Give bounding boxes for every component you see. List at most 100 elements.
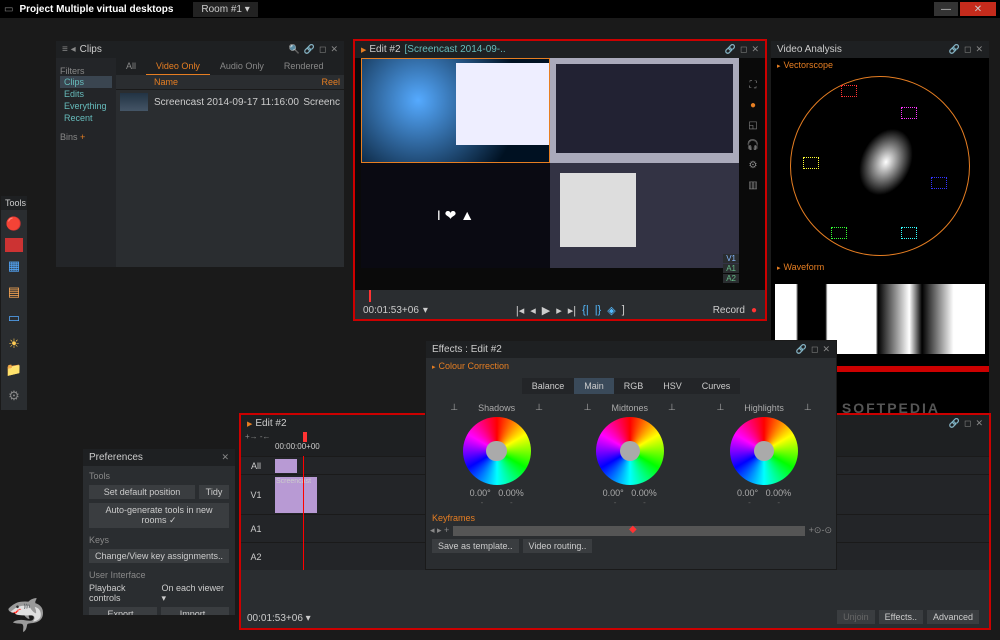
- reset-icon[interactable]: ⊥: [668, 402, 676, 413]
- gear-tool-icon[interactable]: ⚙: [2, 384, 26, 408]
- tab-balance[interactable]: Balance: [522, 378, 575, 394]
- link-icon[interactable]: 🔗: [796, 344, 807, 355]
- track-v1[interactable]: V1: [723, 254, 739, 263]
- tab-rgb[interactable]: RGB: [614, 378, 654, 394]
- app-menu-icon[interactable]: ▭: [4, 4, 13, 15]
- expand-icon[interactable]: ⛶: [745, 78, 761, 92]
- advanced-button[interactable]: Advanced: [927, 610, 979, 624]
- record-icon[interactable]: ●: [751, 305, 757, 316]
- col-reel[interactable]: Reel: [321, 77, 340, 87]
- minimize-button[interactable]: —: [934, 2, 958, 16]
- close-icon[interactable]: ✕: [822, 344, 830, 355]
- headphones-icon[interactable]: 🎧: [745, 138, 761, 152]
- playback-dropdown[interactable]: On each viewer ▾: [161, 583, 229, 604]
- search-icon[interactable]: 🔍: [289, 44, 300, 55]
- window-icon[interactable]: ◻: [964, 44, 971, 55]
- viewer-grid[interactable]: I ❤ ▲: [361, 58, 739, 268]
- vectorscope: [790, 76, 970, 256]
- reset-icon[interactable]: ⊥: [584, 402, 592, 413]
- vectorscope-label[interactable]: Vectorscope: [784, 60, 834, 70]
- reset-icon[interactable]: ⊥: [804, 402, 812, 413]
- track-all[interactable]: All: [241, 456, 271, 474]
- link-icon[interactable]: 🔗: [949, 418, 960, 429]
- midtones-wheel[interactable]: [596, 417, 664, 485]
- track-a2[interactable]: A2: [723, 274, 739, 283]
- play-icon[interactable]: ▶: [542, 304, 550, 317]
- filter-recent[interactable]: Recent: [60, 112, 112, 124]
- close-icon[interactable]: ✕: [330, 44, 338, 55]
- export-button[interactable]: Export..: [89, 607, 157, 615]
- clip-row[interactable]: Screencast 2014-09-17 11:16:00 Screenc: [116, 90, 344, 114]
- close-icon[interactable]: ✕: [975, 44, 983, 55]
- record-tool-icon[interactable]: 🔴: [2, 212, 26, 236]
- effects-button[interactable]: Effects..: [879, 610, 923, 624]
- filter-clips[interactable]: Clips: [60, 76, 112, 88]
- window-icon[interactable]: ◻: [740, 44, 747, 55]
- sun-tool-icon[interactable]: ☀: [2, 332, 26, 356]
- bracket-icon[interactable]: ]: [622, 304, 625, 317]
- step-back-icon[interactable]: ◂: [530, 304, 536, 317]
- track-a1[interactable]: A1: [241, 514, 271, 542]
- highlights-wheel[interactable]: [730, 417, 798, 485]
- filter-edits[interactable]: Edits: [60, 88, 112, 100]
- viewer-scrubber[interactable]: [355, 290, 765, 302]
- waveform-label[interactable]: Waveform: [784, 262, 825, 272]
- colour-correction-section[interactable]: Colour Correction: [439, 361, 510, 371]
- grid-tool-icon[interactable]: ▦: [2, 254, 26, 278]
- close-button[interactable]: ✕: [960, 2, 996, 16]
- record-button[interactable]: Record: [713, 305, 745, 316]
- save-template-button[interactable]: Save as template..: [432, 539, 519, 553]
- reset-icon[interactable]: ⊥: [716, 402, 724, 413]
- screen-tool-icon[interactable]: ▭: [2, 306, 26, 330]
- layers-icon[interactable]: ▥: [745, 178, 761, 192]
- tab-video-only[interactable]: Video Only: [146, 58, 210, 75]
- video-routing-button[interactable]: Video routing..: [523, 539, 593, 553]
- close-icon[interactable]: ✕: [975, 418, 983, 429]
- track-a2[interactable]: A2: [241, 542, 271, 570]
- tidy-button[interactable]: Tidy: [199, 485, 229, 499]
- track-v1[interactable]: V1: [241, 474, 271, 514]
- tab-rendered[interactable]: Rendered: [274, 58, 334, 75]
- link-icon[interactable]: 🔗: [725, 44, 736, 55]
- clips-panel: ≡ ◂ Clips 🔍🔗◻✕ Filters Clips Edits Every…: [55, 40, 345, 268]
- room-tab[interactable]: Room #1 ▾: [193, 2, 257, 17]
- unjoin-button[interactable]: Unjoin: [837, 610, 875, 624]
- effects-panel: Effects : Edit #2 🔗◻✕ ▸Colour Correction…: [425, 340, 837, 570]
- flag-tool-icon[interactable]: [5, 238, 23, 252]
- window-icon[interactable]: ◻: [811, 344, 818, 355]
- tab-audio-only[interactable]: Audio Only: [210, 58, 274, 75]
- close-icon[interactable]: ✕: [221, 452, 229, 463]
- tab-curves[interactable]: Curves: [692, 378, 741, 394]
- auto-gen-toggle[interactable]: Auto-generate tools in new rooms ✓: [89, 503, 229, 528]
- mark-in-icon[interactable]: {|: [582, 304, 589, 317]
- reset-icon[interactable]: ⊥: [450, 402, 458, 413]
- gear-icon[interactable]: ⚙: [745, 158, 761, 172]
- reset-icon[interactable]: ⊥: [535, 402, 543, 413]
- tab-hsv[interactable]: HSV: [653, 378, 692, 394]
- folder-tool-icon[interactable]: 📁: [2, 358, 26, 382]
- tab-main[interactable]: Main: [574, 378, 614, 394]
- step-fwd-icon[interactable]: ▸: [556, 304, 562, 317]
- mark-out-icon[interactable]: |}: [595, 304, 602, 317]
- skip-end-icon[interactable]: ▸|: [568, 304, 576, 317]
- track-a1[interactable]: A1: [723, 264, 739, 273]
- keyframes-bar[interactable]: ◆: [453, 526, 804, 536]
- link-icon[interactable]: 🔗: [949, 44, 960, 55]
- change-keys-button[interactable]: Change/View key assignments..: [89, 549, 229, 563]
- filter-everything[interactable]: Everything: [60, 100, 112, 112]
- marker-icon[interactable]: ◈: [607, 304, 615, 317]
- timeline-title: Edit #2: [255, 418, 286, 429]
- crop-icon[interactable]: ◱: [745, 118, 761, 132]
- tab-all[interactable]: All: [116, 58, 146, 75]
- col-name[interactable]: Name: [154, 77, 321, 87]
- skip-start-icon[interactable]: |◂: [516, 304, 524, 317]
- import-button[interactable]: Import..: [161, 607, 229, 615]
- window-icon[interactable]: ◻: [964, 418, 971, 429]
- table-tool-icon[interactable]: ▤: [2, 280, 26, 304]
- close-icon[interactable]: ✕: [751, 44, 759, 55]
- link-icon[interactable]: 🔗: [304, 44, 315, 55]
- window-icon[interactable]: ◻: [319, 44, 326, 55]
- set-default-button[interactable]: Set default position: [89, 485, 195, 499]
- indicator-icon[interactable]: ●: [745, 98, 761, 112]
- shadows-wheel[interactable]: [463, 417, 531, 485]
